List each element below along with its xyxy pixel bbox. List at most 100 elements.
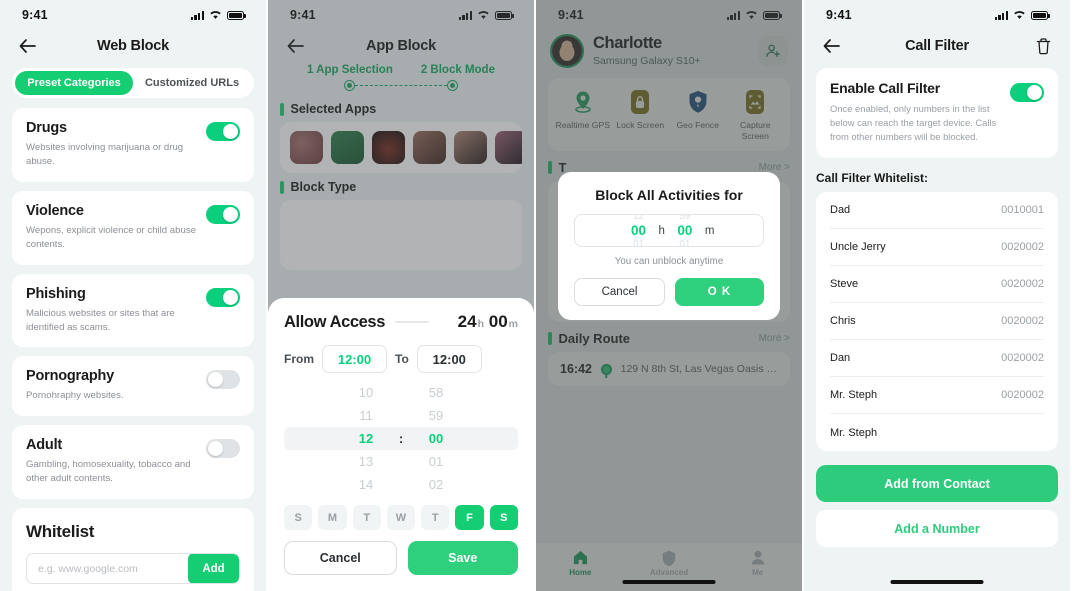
cancel-button[interactable]: Cancel: [284, 541, 397, 575]
duration-hours: 24: [457, 312, 477, 331]
toggle-drugs[interactable]: [206, 122, 240, 141]
from-time-field[interactable]: 12:00: [322, 345, 387, 373]
weekday-sun[interactable]: S: [284, 505, 313, 530]
cellular-signal-icon: [190, 10, 204, 20]
whitelist-row[interactable]: Dad 0010001: [830, 192, 1044, 230]
sheet-divider: [394, 321, 429, 323]
picker-row: 13 01: [284, 450, 518, 473]
contact-number: 0020002: [1001, 389, 1044, 402]
cellular-signal-icon: [994, 10, 1008, 20]
category-description: Malicious websites or sites that are ide…: [26, 307, 175, 333]
duration-minutes: 00: [488, 312, 508, 331]
category-card-drugs: Drugs Websites involving marijuana or dr…: [12, 108, 254, 182]
whitelist-url-input[interactable]: [27, 554, 188, 584]
segmented-control: Preset Categories Customized URLs: [12, 68, 254, 98]
whitelist-row[interactable]: Dan 0020002: [830, 340, 1044, 378]
tab-customized-urls[interactable]: Customized URLs: [133, 71, 251, 95]
sheet-header: Allow Access 24h 00m: [284, 312, 518, 332]
enable-call-filter-card: Enable Call Filter Once enabled, only nu…: [816, 68, 1058, 159]
cancel-button[interactable]: Cancel: [574, 278, 665, 306]
save-button[interactable]: Save: [407, 541, 518, 575]
panel-call-filter: 9:41 Call Filter Enable Call Filter Once…: [804, 0, 1070, 591]
weekday-fri[interactable]: F: [455, 505, 484, 530]
contact-number: 0020002: [1001, 278, 1044, 291]
picker-hour: 10: [358, 385, 374, 400]
whitelist-row[interactable]: Mr. Steph 0020002: [830, 377, 1044, 415]
toggle-enable-call-filter[interactable]: [1010, 83, 1044, 102]
category-card-violence: Violence Wepons, explicit violence or ch…: [12, 190, 254, 265]
toggle-violence[interactable]: [206, 204, 240, 224]
picker-hour: 13: [358, 454, 374, 469]
whitelist-row[interactable]: Mr. Steph: [830, 414, 1044, 451]
weekday-selector: S M T W T F S: [284, 505, 518, 530]
sheet-duration: 24h 00m: [458, 312, 518, 332]
picker-row-selected: 12: 00: [284, 427, 518, 450]
panel-dashboard: 9:41 Charlotte Samsung Galaxy S10+: [536, 0, 802, 591]
dialog-hint: You can unblock anytime: [614, 256, 724, 267]
to-label: To: [395, 352, 409, 366]
weekday-thu[interactable]: T: [421, 505, 450, 530]
to-time-field[interactable]: 12:00: [416, 345, 482, 373]
call-filter-whitelist-title: Call Filter Whitelist:: [816, 171, 929, 186]
whitelist-card: Whitelist Add: [12, 508, 254, 591]
whitelist-input-row: Add: [26, 553, 240, 585]
category-list: Drugs Websites involving marijuana or dr…: [0, 108, 266, 591]
whitelist-title: Whitelist: [26, 522, 95, 542]
category-description: Websites involving marijuana or drug abu…: [26, 142, 184, 167]
toggle-adult[interactable]: [206, 439, 240, 459]
picker-minute: 01: [428, 454, 444, 469]
hours-unit-label: h: [658, 224, 665, 237]
nav-bar-call-filter: Call Filter: [804, 30, 1070, 62]
weekday-mon[interactable]: M: [318, 505, 347, 530]
add-a-number-button[interactable]: Add a Number: [816, 510, 1058, 548]
add-url-button[interactable]: Add: [187, 554, 239, 584]
add-from-contact-button[interactable]: Add from Contact: [816, 465, 1058, 503]
picker-minute: 02: [428, 477, 444, 492]
minutes-unit-label: m: [704, 224, 715, 237]
status-bar-time: 9:41: [826, 8, 852, 22]
wifi-icon: [210, 11, 221, 19]
weekday-sat[interactable]: S: [489, 505, 518, 530]
dialog-title: Block All Activities for: [595, 187, 743, 203]
trash-icon[interactable]: [1034, 37, 1052, 55]
enable-call-filter-description: Once enabled, only numbers in the list b…: [830, 103, 997, 143]
minutes-wheel[interactable]: 59 00 01: [670, 214, 700, 246]
home-indicator: [890, 580, 984, 584]
whitelist-row[interactable]: Uncle Jerry 0020002: [830, 229, 1044, 267]
contact-number: 0010001: [1001, 204, 1044, 217]
minutes-prev-value: 59: [679, 214, 691, 222]
weekday-tue[interactable]: T: [352, 505, 381, 530]
category-description: Gambling, homosexuality, tobacco and oth…: [26, 459, 191, 485]
category-card-pornography: Pornography Pornohraphy websites.: [12, 356, 254, 417]
page-title: Call Filter: [905, 38, 969, 54]
contact-name: Mr. Steph: [830, 389, 878, 402]
category-card-phishing: Phishing Malicious websites or sites tha…: [12, 273, 254, 348]
contact-number: 0020002: [1001, 315, 1044, 328]
contact-name: Steve: [830, 278, 859, 291]
back-arrow-icon[interactable]: [822, 37, 840, 55]
tab-preset-categories[interactable]: Preset Categories: [15, 71, 133, 95]
picker-row: 10 58: [284, 381, 518, 404]
whitelist-row[interactable]: Steve 0020002: [830, 266, 1044, 304]
duration-hours-unit: h: [477, 318, 484, 330]
time-wheel-picker[interactable]: 10 58 11 59 12: 00 13 01 14 02: [284, 381, 518, 496]
battery-icon: [227, 10, 246, 20]
picker-minute: 58: [428, 385, 444, 400]
toggle-pornography[interactable]: [206, 370, 240, 390]
page-title: Web Block: [96, 38, 170, 54]
wifi-icon: [1014, 11, 1025, 19]
status-bar-time: 9:41: [22, 8, 48, 22]
weekday-wed[interactable]: W: [386, 505, 416, 530]
contact-name: Dad: [830, 204, 851, 217]
status-bar: 9:41: [804, 0, 1070, 30]
hours-value: 00: [630, 223, 647, 238]
picker-separator: :: [398, 431, 404, 446]
from-label: From: [284, 352, 314, 366]
whitelist-row[interactable]: Chris 0020002: [830, 303, 1044, 341]
back-arrow-icon[interactable]: [18, 37, 36, 55]
block-activities-dialog: Block All Activities for 12 00 01 h 59 0…: [558, 172, 780, 320]
ok-button[interactable]: O K: [675, 278, 764, 306]
hours-wheel[interactable]: 12 00 01: [624, 215, 654, 246]
dialog-duration-picker[interactable]: 12 00 01 h 59 00 01 m: [574, 214, 764, 247]
toggle-phishing[interactable]: [206, 287, 240, 307]
